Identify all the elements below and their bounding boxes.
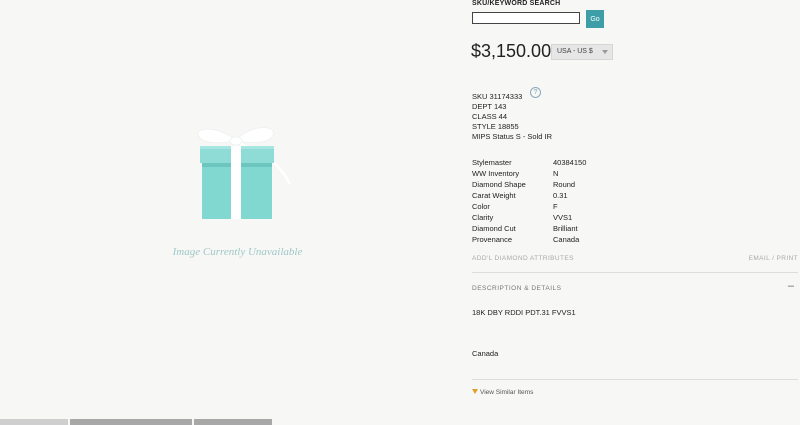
thumbnail-1[interactable]	[0, 419, 68, 425]
email-print-link[interactable]: EMAIL / PRINT	[749, 255, 798, 262]
attribute-row: Diamond Cut Brilliant	[472, 223, 586, 234]
gift-box-placeholder-image	[197, 127, 292, 219]
dept-number: DEPT 143	[472, 102, 507, 111]
attribute-value: Round	[553, 180, 576, 189]
attribute-value: 40384150	[553, 158, 587, 167]
attribute-row: Diamond Shape Round	[472, 179, 586, 190]
collapse-icon[interactable]: –	[788, 280, 794, 292]
product-page: Image Currently Unavailable SKU/KEYWORD …	[0, 0, 800, 425]
description-text: 18K DBY RDDI PDT.31 FVVS1	[472, 308, 576, 317]
attribute-value: 0.31	[553, 191, 568, 200]
chevron-down-icon	[602, 50, 608, 54]
image-unavailable-caption: Image Currently Unavailable	[172, 246, 303, 258]
attribute-key: Clarity	[472, 213, 494, 222]
sku-info: SKU 31174333 DEPT 143 CLASS 44 STYLE 188…	[472, 92, 552, 142]
attribute-key: Carat Weight	[472, 191, 516, 200]
product-price: $3,150.00	[471, 41, 552, 61]
origin-text: Canada	[472, 349, 499, 358]
view-similar-label: View Similar Items	[480, 389, 534, 396]
thumbnail-strip	[0, 419, 272, 425]
style-number: STYLE 18855	[472, 122, 519, 131]
attribute-value: Canada	[553, 235, 580, 244]
attribute-value: VVS1	[553, 213, 573, 222]
divider	[472, 379, 798, 380]
thumbnail-2[interactable]	[70, 419, 192, 425]
attribute-value: F	[553, 202, 558, 211]
description-header[interactable]: DESCRIPTION & DETAILS	[472, 285, 561, 292]
triangle-down-icon	[472, 389, 478, 394]
attribute-key: Diamond Shape	[472, 180, 526, 189]
currency-dropdown[interactable]: USA - US $	[551, 44, 613, 60]
attribute-row: Clarity VVS1	[472, 212, 586, 223]
search-label: SKU/KEYWORD SEARCH	[472, 0, 561, 7]
class-number: CLASS 44	[472, 112, 508, 121]
divider	[472, 272, 798, 273]
attribute-row: WW Inventory N	[472, 168, 586, 179]
attributes-table: Stylemaster 40384150 WW Inventory N Diamond …	[472, 157, 586, 245]
attribute-key: Diamond Cut	[472, 224, 516, 233]
additional-attributes-link[interactable]: ADD'L DIAMOND ATTRIBUTES	[472, 255, 574, 262]
attribute-key: WW Inventory	[472, 169, 520, 178]
view-similar-items-link[interactable]: View Similar Items	[472, 389, 533, 396]
attribute-value: Brilliant	[553, 224, 578, 233]
sku-number: SKU 31174333	[472, 92, 523, 101]
attribute-key: Stylemaster	[472, 158, 512, 167]
currency-selected-value: USA - US $	[557, 48, 593, 55]
attribute-row: Stylemaster 40384150	[472, 157, 586, 168]
attribute-key: Color	[472, 202, 490, 211]
attribute-row: Color F	[472, 201, 586, 212]
mips-status: MIPS Status S - Sold IR	[472, 132, 553, 141]
attribute-value: N	[553, 169, 559, 178]
go-button[interactable]: Go	[586, 10, 604, 28]
attribute-row: Carat Weight 0.31	[472, 190, 586, 201]
search-input[interactable]	[472, 12, 580, 24]
attribute-key: Provenance	[472, 235, 513, 244]
product-details-panel: SKU/KEYWORD SEARCH Go $3,150.00 USA - US…	[462, 0, 800, 425]
product-image-area: Image Currently Unavailable	[0, 0, 462, 425]
thumbnail-3[interactable]	[194, 419, 272, 425]
attribute-row: Provenance Canada	[472, 234, 586, 245]
